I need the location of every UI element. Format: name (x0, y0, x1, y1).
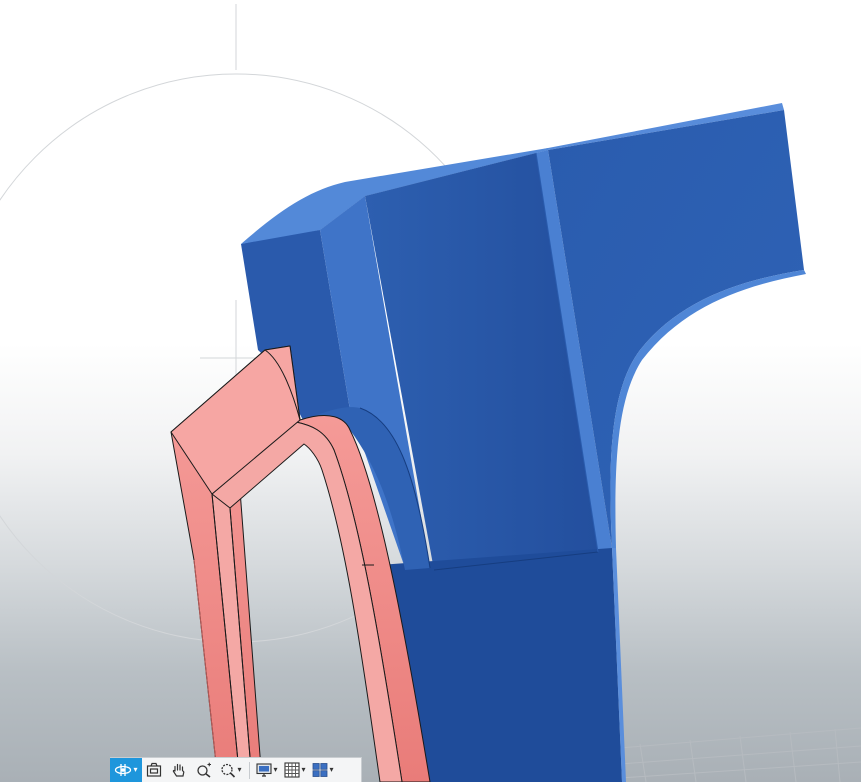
chevron-down-icon[interactable]: ▾ (301, 766, 305, 774)
pan-hand-icon (172, 763, 185, 777)
grid-button[interactable]: ▾ (281, 758, 309, 782)
3d-canvas[interactable]: ▾ ▾ ▾ ▾ ▾ (0, 0, 861, 782)
look-at-button[interactable] (142, 758, 166, 782)
pan-button[interactable] (166, 758, 192, 782)
chevron-down-icon[interactable]: ▾ (133, 766, 137, 774)
chevron-down-icon[interactable]: ▾ (273, 766, 277, 774)
zoom-icon (197, 762, 211, 778)
chevron-down-icon[interactable]: ▾ (329, 766, 333, 774)
ground-grid (619, 727, 861, 782)
display-settings-button[interactable]: ▾ (253, 758, 281, 782)
viewports-icon (313, 763, 328, 777)
grid-icon (284, 762, 301, 778)
zoom-button[interactable] (192, 758, 216, 782)
orbit-icon (115, 764, 132, 776)
model-scene[interactable] (0, 0, 861, 782)
orbit-button[interactable]: ▾ (110, 757, 142, 782)
navigation-bar: ▾ ▾ ▾ ▾ ▾ (110, 757, 362, 782)
chevron-down-icon[interactable]: ▾ (237, 766, 241, 774)
toolbar-divider (249, 761, 250, 779)
viewports-button[interactable]: ▾ (309, 758, 337, 782)
zoom-fit-button[interactable]: ▾ (216, 758, 246, 782)
display-settings-icon (256, 763, 273, 777)
zoom-fit-icon (221, 763, 236, 778)
look-at-icon (146, 762, 162, 777)
